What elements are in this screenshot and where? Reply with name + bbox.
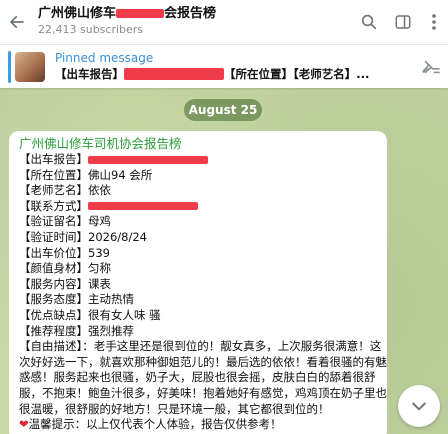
field-line: 【服务内容】课表 bbox=[19, 276, 111, 291]
chat-title: 广州佛山修车 会报告榜 bbox=[38, 6, 352, 22]
pinned-thumbnail bbox=[15, 51, 45, 82]
field-line: 【颜值身材】匀称 bbox=[19, 261, 111, 276]
chat-header: 广州佛山修车 会报告榜 22,413 subscribers bbox=[0, 0, 448, 44]
description-line: 很温暖，很舒服的好地方！只是环境一般，其它都很到位的！ bbox=[19, 401, 330, 416]
field-line: 【出车报告】 bbox=[19, 152, 379, 168]
field-line: 【验证留名】母鸡 bbox=[19, 214, 111, 229]
field-line: 【出车价位】539 bbox=[19, 245, 110, 260]
field-line: 【老师艺名】依依 bbox=[19, 183, 111, 198]
message-bubble[interactable]: 广州佛山修车司机协会报告榜 【出车报告】 【所在位置】佛山94 会所 【老师艺名… bbox=[9, 131, 387, 434]
redaction-mark bbox=[124, 68, 224, 80]
search-icon bbox=[361, 14, 377, 30]
pinned-preview: 【出车报告】 【所在位置】【老师艺名】... bbox=[55, 66, 412, 83]
pin-list-icon bbox=[422, 60, 440, 73]
date-separator: August 25 bbox=[184, 99, 262, 121]
pinned-preview-suffix: 【所在位置】【老师艺名】... bbox=[224, 66, 370, 81]
description-line: 【自由描述】：老手这里还是很到位的！靓女真多，上次服务很满意！这 bbox=[19, 339, 382, 354]
redaction-mark bbox=[88, 202, 198, 211]
sidebar-toggle-button[interactable] bbox=[386, 0, 420, 44]
field-line: 【所在位置】佛山94 会所 bbox=[19, 167, 153, 182]
redaction-mark bbox=[116, 9, 165, 18]
search-button[interactable] bbox=[352, 0, 386, 44]
pinned-text-block: Pinned message 【出车报告】 【所在位置】【老师艺名】... bbox=[55, 51, 412, 83]
field-line: 【验证时间】2026/8/24 bbox=[19, 229, 147, 244]
scroll-to-bottom-button[interactable] bbox=[398, 385, 440, 427]
pinned-preview-prefix: 【出车报告】 bbox=[55, 66, 124, 81]
arrow-left-icon bbox=[10, 15, 24, 29]
chevron-down-icon bbox=[412, 402, 426, 411]
back-button[interactable] bbox=[0, 0, 34, 44]
description-line: 惑感！服务起来也很骚，奶子大，屁股也很会摇，皮肤白白的舔着很舒 bbox=[19, 370, 376, 385]
chat-title-prefix: 广州佛山修车 bbox=[38, 6, 117, 21]
field-line: 【优点缺点】很有女人味 骚 bbox=[19, 307, 161, 322]
chat-title-block[interactable]: 广州佛山修车 会报告榜 22,413 subscribers bbox=[34, 6, 352, 38]
field-line: 【服务态度】主动热情 bbox=[19, 292, 134, 307]
description-line: 服，不抱束！鲍鱼汁很多，好美味！抱着她好有感觉，鸡鸡顶在奶子里也 bbox=[19, 385, 387, 400]
more-vertical-icon bbox=[432, 14, 436, 30]
pinned-indicator bbox=[8, 50, 11, 83]
heart-icon: ❤ bbox=[19, 417, 29, 432]
redaction-mark bbox=[88, 155, 208, 164]
chat-title-suffix: 会报告榜 bbox=[164, 6, 217, 21]
description-line: 次好好选一下，就喜欢那种御姐范儿的！最后选的依依！看着很骚的有魅 bbox=[19, 354, 387, 369]
field-line: 【推荐程度】强烈推荐 bbox=[19, 323, 134, 338]
sidebar-panel-icon bbox=[395, 15, 411, 29]
warning-line: ❤温馨提示：以上仅代表个人体验，报告仅供参考！ bbox=[19, 417, 282, 432]
message-title: 广州佛山修车司机协会报告榜 bbox=[19, 136, 182, 151]
pinned-message-bar[interactable]: Pinned message 【出车报告】 【所在位置】【老师艺名】... bbox=[0, 44, 448, 88]
pinned-list-button[interactable] bbox=[412, 58, 448, 76]
subscriber-count: 22,413 subscribers bbox=[38, 23, 144, 36]
field-line: 【联系方式】 bbox=[19, 199, 379, 215]
pinned-label: Pinned message bbox=[55, 50, 154, 65]
more-button[interactable] bbox=[420, 0, 448, 44]
